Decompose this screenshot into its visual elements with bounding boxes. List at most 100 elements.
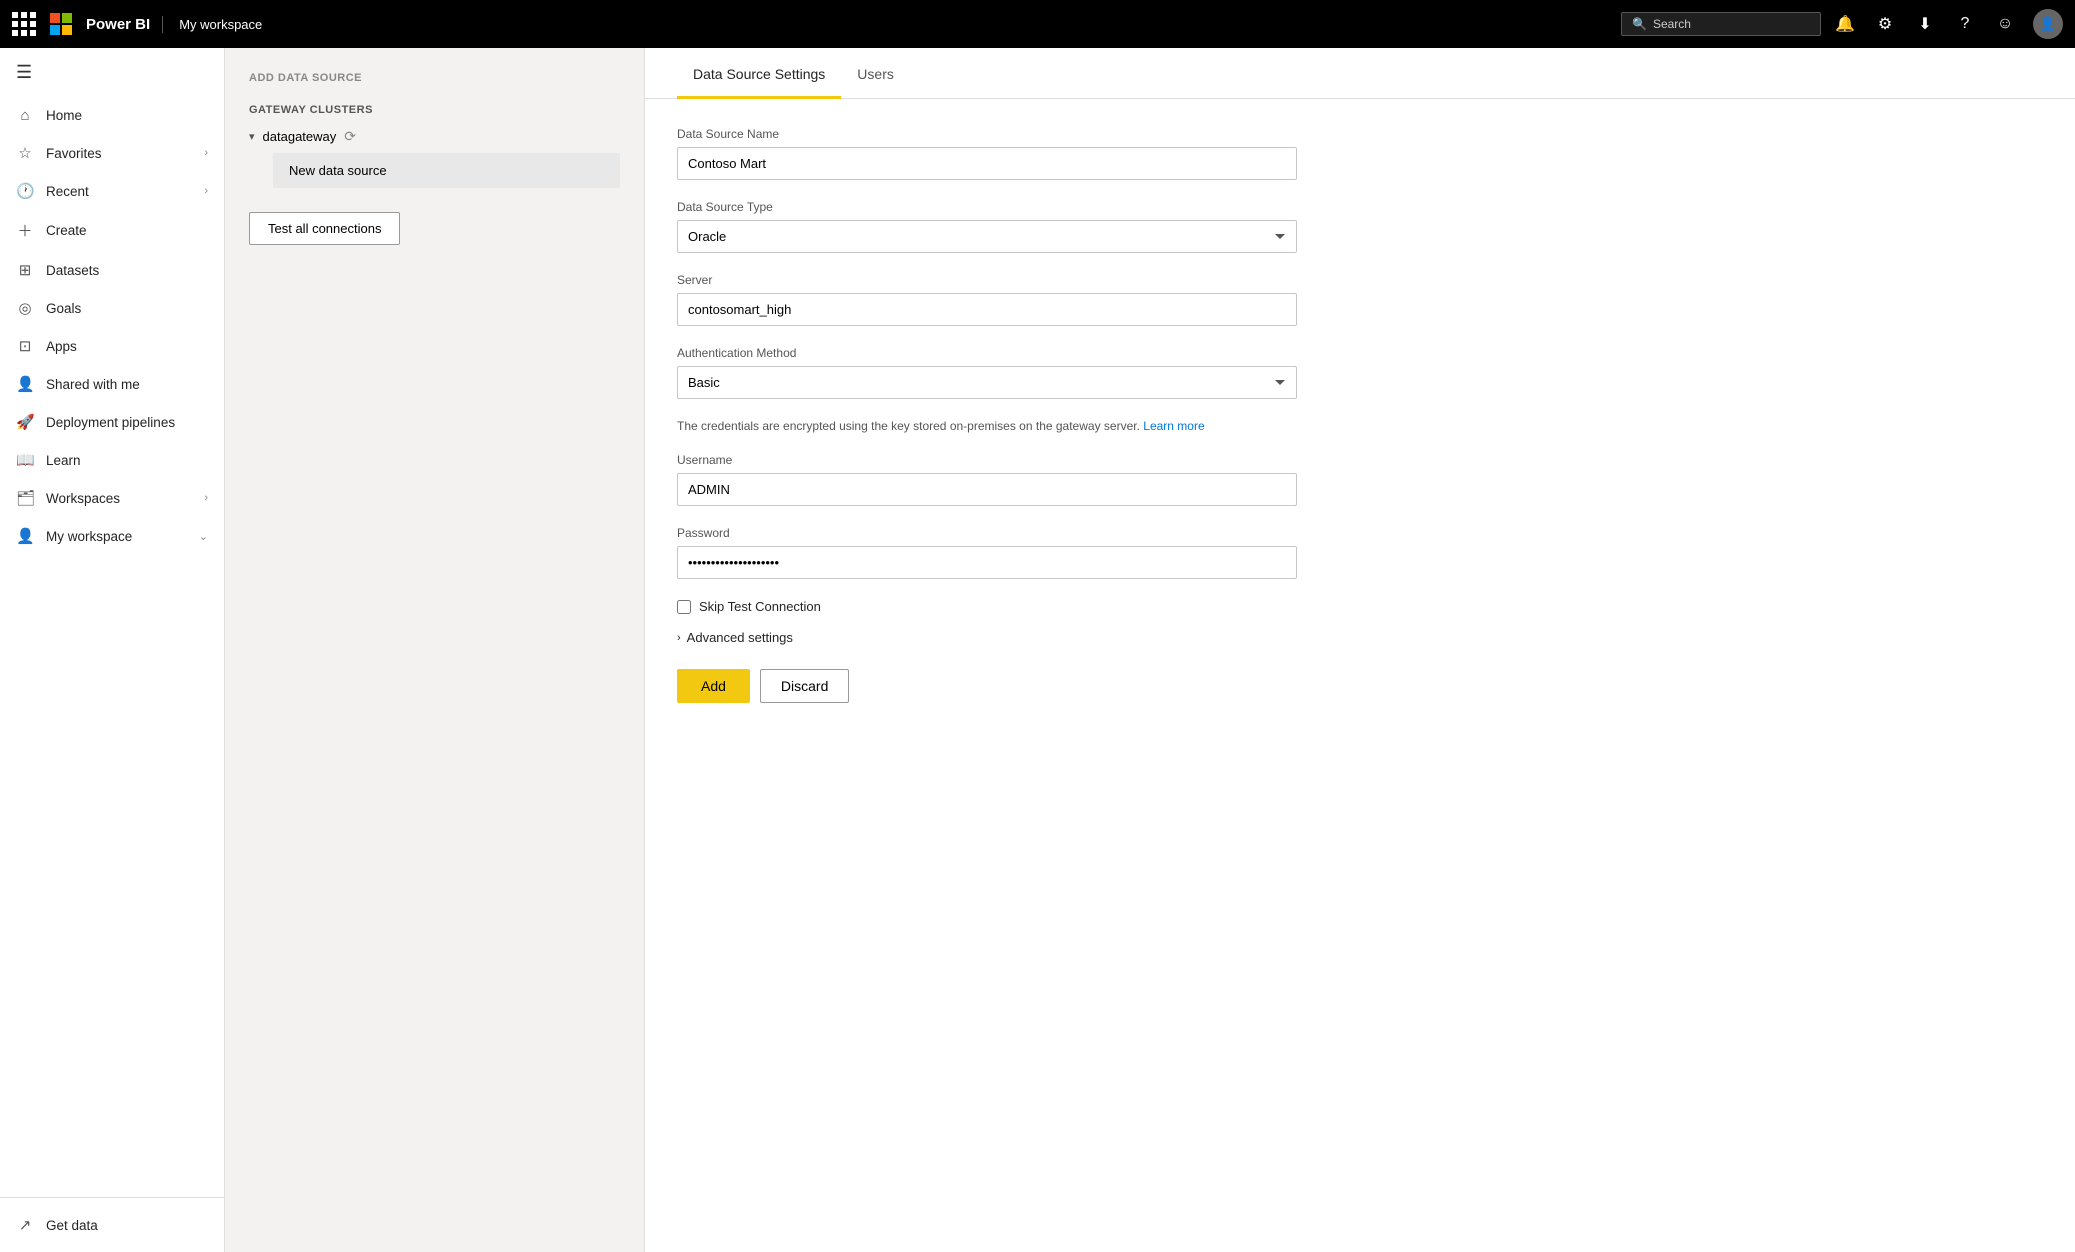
password-label: Password: [677, 526, 2043, 540]
settings-icon[interactable]: ⚙: [1873, 14, 1897, 34]
datasource-form: Data Source Name Data Source Type Oracle…: [645, 99, 2075, 731]
learn-icon: 📖: [16, 451, 34, 469]
gateway-name: datagateway: [263, 129, 337, 144]
myworkspace-icon: 👤: [16, 527, 34, 545]
search-icon: 🔍: [1632, 17, 1647, 31]
topnav-icons: 🔔 ⚙ ⬇ ? ☺ 👤: [1833, 9, 2063, 39]
powerbi-brand: Power BI: [86, 16, 163, 33]
sidebar-item-recent[interactable]: 🕐 Recent ›: [0, 172, 224, 210]
username-group: Username: [677, 453, 2043, 506]
sidebar-label-shared: Shared with me: [46, 377, 208, 392]
add-data-source-title: ADD DATA SOURCE: [249, 72, 620, 84]
help-icon[interactable]: ?: [1953, 15, 1977, 33]
workspaces-icon: 🗂: [16, 489, 34, 507]
recent-chevron: ›: [204, 185, 208, 197]
server-input[interactable]: [677, 293, 1297, 326]
sidebar-label-home: Home: [46, 108, 208, 123]
gateway-clusters-title: GATEWAY CLUSTERS: [249, 104, 620, 116]
sidebar-label-workspaces: Workspaces: [46, 491, 192, 506]
datasource-name-group: Data Source Name: [677, 127, 2043, 180]
add-button[interactable]: Add: [677, 669, 750, 703]
getdata-icon: ↗: [16, 1216, 34, 1234]
apps-icon: ⊡: [16, 337, 34, 355]
shared-icon: 👤: [16, 375, 34, 393]
sidebar-item-getdata[interactable]: ↗ Get data: [0, 1206, 224, 1244]
sidebar-item-create[interactable]: ＋ Create: [0, 210, 224, 251]
search-placeholder: Search: [1653, 17, 1691, 31]
sidebar-item-favorites[interactable]: ☆ Favorites ›: [0, 134, 224, 172]
sidebar-item-datasets[interactable]: ⊞ Datasets: [0, 251, 224, 289]
datasets-icon: ⊞: [16, 261, 34, 279]
username-label: Username: [677, 453, 2043, 467]
sidebar-label-learn: Learn: [46, 453, 208, 468]
datasource-type-select[interactable]: Oracle SQL Server MySQL PostgreSQL OData: [677, 220, 1297, 253]
sidebar-toggle[interactable]: ☰: [0, 48, 224, 97]
sidebar-label-myworkspace: My workspace: [46, 529, 187, 544]
left-panel: ADD DATA SOURCE GATEWAY CLUSTERS ▾ datag…: [225, 48, 645, 1252]
notification-icon[interactable]: 🔔: [1833, 14, 1857, 34]
gateway-collapse-chevron: ▾: [249, 130, 255, 143]
tabs-bar: Data Source Settings Users: [645, 48, 2075, 99]
sidebar-label-getdata: Get data: [46, 1218, 208, 1233]
advanced-settings-label: Advanced settings: [687, 630, 793, 645]
sidebar-label-favorites: Favorites: [46, 146, 192, 161]
datasource-type-label: Data Source Type: [677, 200, 2043, 214]
advanced-chevron: ›: [677, 632, 681, 644]
content-area: ADD DATA SOURCE GATEWAY CLUSTERS ▾ datag…: [225, 48, 2075, 1252]
credentials-note: The credentials are encrypted using the …: [677, 419, 1297, 433]
favorites-chevron: ›: [204, 147, 208, 159]
password-group: Password: [677, 526, 2043, 579]
layout: ☰ ⌂ Home ☆ Favorites › 🕐 Recent › ＋ Crea…: [0, 48, 2075, 1252]
right-panel: Data Source Settings Users Data Source N…: [645, 48, 2075, 1252]
sidebar-item-apps[interactable]: ⊡ Apps: [0, 327, 224, 365]
test-all-connections-button[interactable]: Test all connections: [249, 212, 400, 245]
download-icon[interactable]: ⬇: [1913, 14, 1937, 34]
avatar[interactable]: 👤: [2033, 9, 2063, 39]
sidebar-item-shared[interactable]: 👤 Shared with me: [0, 365, 224, 403]
skip-test-label[interactable]: Skip Test Connection: [699, 599, 821, 614]
recent-icon: 🕐: [16, 182, 34, 200]
goals-icon: ◎: [16, 299, 34, 317]
username-input[interactable]: [677, 473, 1297, 506]
tab-datasource-settings[interactable]: Data Source Settings: [677, 48, 841, 99]
deployment-icon: 🚀: [16, 413, 34, 431]
auth-method-select[interactable]: Basic Windows OAuth2: [677, 366, 1297, 399]
server-label: Server: [677, 273, 2043, 287]
learn-more-link[interactable]: Learn more: [1143, 419, 1204, 433]
new-datasource-item[interactable]: New data source: [273, 153, 620, 188]
discard-button[interactable]: Discard: [760, 669, 849, 703]
sidebar-label-create: Create: [46, 223, 208, 238]
datasource-name-input[interactable]: [677, 147, 1297, 180]
sidebar-label-datasets: Datasets: [46, 263, 208, 278]
sidebar-item-home[interactable]: ⌂ Home: [0, 97, 224, 134]
password-input[interactable]: [677, 546, 1297, 579]
microsoft-logo: [50, 13, 80, 35]
form-actions: Add Discard: [677, 669, 2043, 703]
sidebar-item-deployment[interactable]: 🚀 Deployment pipelines: [0, 403, 224, 441]
workspaces-chevron: ›: [204, 492, 208, 504]
waffle-menu[interactable]: [12, 12, 36, 36]
advanced-settings-row[interactable]: › Advanced settings: [677, 630, 2043, 645]
create-icon: ＋: [16, 220, 34, 241]
auth-method-label: Authentication Method: [677, 346, 2043, 360]
sidebar-item-workspaces[interactable]: 🗂 Workspaces ›: [0, 479, 224, 517]
datasource-type-group: Data Source Type Oracle SQL Server MySQL…: [677, 200, 2043, 253]
skip-test-checkbox[interactable]: [677, 600, 691, 614]
favorites-icon: ☆: [16, 144, 34, 162]
sidebar-label-goals: Goals: [46, 301, 208, 316]
search-box[interactable]: 🔍 Search: [1621, 12, 1821, 36]
sidebar-item-myworkspace[interactable]: 👤 My workspace ⌄: [0, 517, 224, 555]
topnav: Power BI My workspace 🔍 Search 🔔 ⚙ ⬇ ? ☺…: [0, 0, 2075, 48]
sidebar-item-goals[interactable]: ◎ Goals: [0, 289, 224, 327]
smiley-icon[interactable]: ☺: [1993, 15, 2017, 33]
gateway-item[interactable]: ▾ datagateway ⟳: [249, 128, 620, 145]
myworkspace-chevron: ⌄: [199, 530, 208, 543]
server-group: Server: [677, 273, 2043, 326]
home-icon: ⌂: [16, 107, 34, 124]
sidebar: ☰ ⌂ Home ☆ Favorites › 🕐 Recent › ＋ Crea…: [0, 48, 225, 1252]
gateway-refresh-icon: ⟳: [344, 128, 356, 145]
skip-test-row: Skip Test Connection: [677, 599, 2043, 614]
tab-users[interactable]: Users: [841, 48, 910, 99]
sidebar-label-apps: Apps: [46, 339, 208, 354]
sidebar-item-learn[interactable]: 📖 Learn: [0, 441, 224, 479]
